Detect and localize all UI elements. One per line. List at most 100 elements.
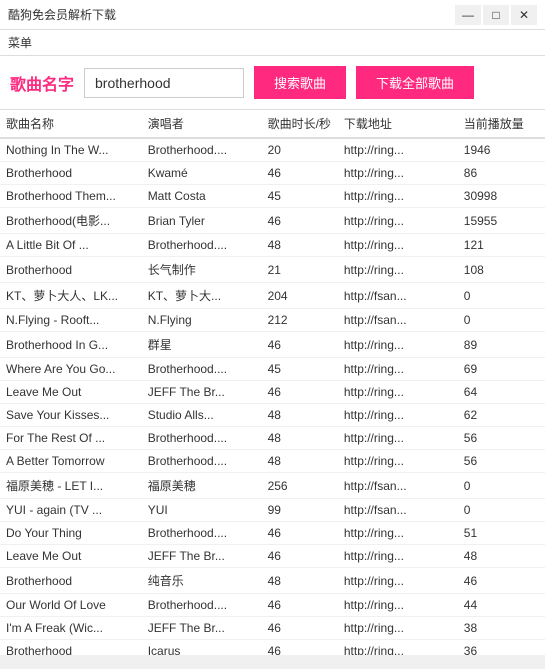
table-cell: 62	[458, 404, 545, 427]
table-row[interactable]: I'm A Freak (Wic...JEFF The Br...46http:…	[0, 617, 545, 640]
table-cell: 福原美穂	[142, 473, 262, 499]
table-cell: 福原美穂 - LET I...	[0, 473, 142, 499]
col-header-url: 下载地址	[338, 110, 458, 138]
table-cell: http://ring...	[338, 617, 458, 640]
table-header-row: 歌曲名称 演唱者 歌曲时长/秒 下载地址 当前播放量	[0, 110, 545, 138]
table-cell: N.Flying	[142, 309, 262, 332]
table-cell: KT、萝卜大...	[142, 283, 262, 309]
table-cell: 15955	[458, 208, 545, 234]
table-cell: http://ring...	[338, 234, 458, 257]
table-cell: YUI	[142, 499, 262, 522]
maximize-button[interactable]: □	[483, 5, 509, 25]
table-cell: Brotherhood	[0, 568, 142, 594]
table-cell: http://ring...	[338, 522, 458, 545]
table-cell: Where Are You Go...	[0, 358, 142, 381]
table-cell: Brotherhood(电影...	[0, 208, 142, 234]
table-cell: 108	[458, 257, 545, 283]
table-cell: Brotherhood....	[142, 594, 262, 617]
table-cell: 121	[458, 234, 545, 257]
table-cell: http://ring...	[338, 545, 458, 568]
table-row[interactable]: Brotherhood In G...群星46http://ring...89	[0, 332, 545, 358]
col-header-name: 歌曲名称	[0, 110, 142, 138]
menu-label[interactable]: 菜单	[8, 36, 32, 50]
table-cell: Studio Alls...	[142, 404, 262, 427]
table-cell: 212	[262, 309, 338, 332]
table-cell: http://ring...	[338, 568, 458, 594]
table-cell: 48	[262, 450, 338, 473]
table-cell: http://ring...	[338, 594, 458, 617]
table-cell: KT、萝卜大人、LK...	[0, 283, 142, 309]
table-cell: 0	[458, 283, 545, 309]
table-cell: I'm A Freak (Wic...	[0, 617, 142, 640]
table-cell: JEFF The Br...	[142, 617, 262, 640]
title-bar: 酷狗免会员解析下载 — □ ✕	[0, 0, 545, 30]
table-row[interactable]: Leave Me OutJEFF The Br...46http://ring.…	[0, 381, 545, 404]
table-cell: Our World Of Love	[0, 594, 142, 617]
table-row[interactable]: Do Your ThingBrotherhood....46http://rin…	[0, 522, 545, 545]
table-row[interactable]: BrotherhoodIcarus46http://ring...36	[0, 640, 545, 656]
table-cell: Brotherhood....	[142, 234, 262, 257]
table-row[interactable]: Brotherhood(电影...Brian Tyler46http://rin…	[0, 208, 545, 234]
table-cell: Brotherhood....	[142, 358, 262, 381]
table-cell: 48	[262, 404, 338, 427]
table-cell: 0	[458, 473, 545, 499]
table-cell: http://ring...	[338, 138, 458, 162]
col-header-duration: 歌曲时长/秒	[262, 110, 338, 138]
table-row[interactable]: A Little Bit Of ...Brotherhood....48http…	[0, 234, 545, 257]
table-row[interactable]: Brotherhood长气制作21http://ring...108	[0, 257, 545, 283]
table-cell: 长气制作	[142, 257, 262, 283]
table-row[interactable]: A Better TomorrowBrotherhood....48http:/…	[0, 450, 545, 473]
search-bar: 歌曲名字 搜索歌曲 下载全部歌曲	[0, 56, 545, 110]
download-all-button[interactable]: 下载全部歌曲	[356, 66, 474, 99]
table-row[interactable]: Leave Me OutJEFF The Br...46http://ring.…	[0, 545, 545, 568]
table-cell: http://ring...	[338, 185, 458, 208]
table-row[interactable]: N.Flying - Rooft...N.Flying212http://fsa…	[0, 309, 545, 332]
table-cell: 48	[262, 234, 338, 257]
table-cell: 48	[262, 568, 338, 594]
table-row[interactable]: Brotherhood纯音乐48http://ring...46	[0, 568, 545, 594]
table-cell: N.Flying - Rooft...	[0, 309, 142, 332]
table-cell: A Better Tomorrow	[0, 450, 142, 473]
table-row[interactable]: 福原美穂 - LET I...福原美穂256http://fsan...0	[0, 473, 545, 499]
table-row[interactable]: Save Your Kisses...Studio Alls...48http:…	[0, 404, 545, 427]
table-row[interactable]: BrotherhoodKwamé46http://ring...86	[0, 162, 545, 185]
table-cell: 86	[458, 162, 545, 185]
table-row[interactable]: KT、萝卜大人、LK...KT、萝卜大...204http://fsan...0	[0, 283, 545, 309]
table-cell: 46	[262, 640, 338, 656]
table-cell: 1946	[458, 138, 545, 162]
search-button[interactable]: 搜索歌曲	[254, 66, 346, 99]
table-row[interactable]: Nothing In The W...Brotherhood....20http…	[0, 138, 545, 162]
table-row[interactable]: Where Are You Go...Brotherhood....45http…	[0, 358, 545, 381]
table-cell: http://ring...	[338, 450, 458, 473]
results-table: 歌曲名称 演唱者 歌曲时长/秒 下载地址 当前播放量 Nothing In Th…	[0, 110, 545, 655]
table-cell: http://fsan...	[338, 309, 458, 332]
table-cell: Kwamé	[142, 162, 262, 185]
minimize-button[interactable]: —	[455, 5, 481, 25]
search-input[interactable]	[84, 68, 244, 98]
table-cell: 36	[458, 640, 545, 656]
table-cell: YUI - again (TV ...	[0, 499, 142, 522]
table-cell: JEFF The Br...	[142, 381, 262, 404]
table-cell: Brotherhood In G...	[0, 332, 142, 358]
table-cell: Brotherhood....	[142, 427, 262, 450]
table-cell: 45	[262, 358, 338, 381]
table-cell: http://ring...	[338, 332, 458, 358]
table-cell: http://ring...	[338, 640, 458, 656]
table-body: Nothing In The W...Brotherhood....20http…	[0, 138, 545, 655]
table-cell: http://ring...	[338, 427, 458, 450]
table-row[interactable]: Our World Of LoveBrotherhood....46http:/…	[0, 594, 545, 617]
table-cell: 46	[262, 332, 338, 358]
table-cell: Nothing In The W...	[0, 138, 142, 162]
table-cell: http://ring...	[338, 257, 458, 283]
table-row[interactable]: YUI - again (TV ...YUI99http://fsan...0	[0, 499, 545, 522]
table-cell: Brotherhood....	[142, 138, 262, 162]
close-button[interactable]: ✕	[511, 5, 537, 25]
table-cell: 0	[458, 499, 545, 522]
table-cell: Brotherhood	[0, 162, 142, 185]
table-cell: http://ring...	[338, 358, 458, 381]
search-label: 歌曲名字	[10, 71, 74, 95]
table-row[interactable]: Brotherhood Them...Matt Costa45http://ri…	[0, 185, 545, 208]
table-cell: 46	[262, 381, 338, 404]
menu-bar: 菜单	[0, 30, 545, 56]
table-row[interactable]: For The Rest Of ...Brotherhood....48http…	[0, 427, 545, 450]
